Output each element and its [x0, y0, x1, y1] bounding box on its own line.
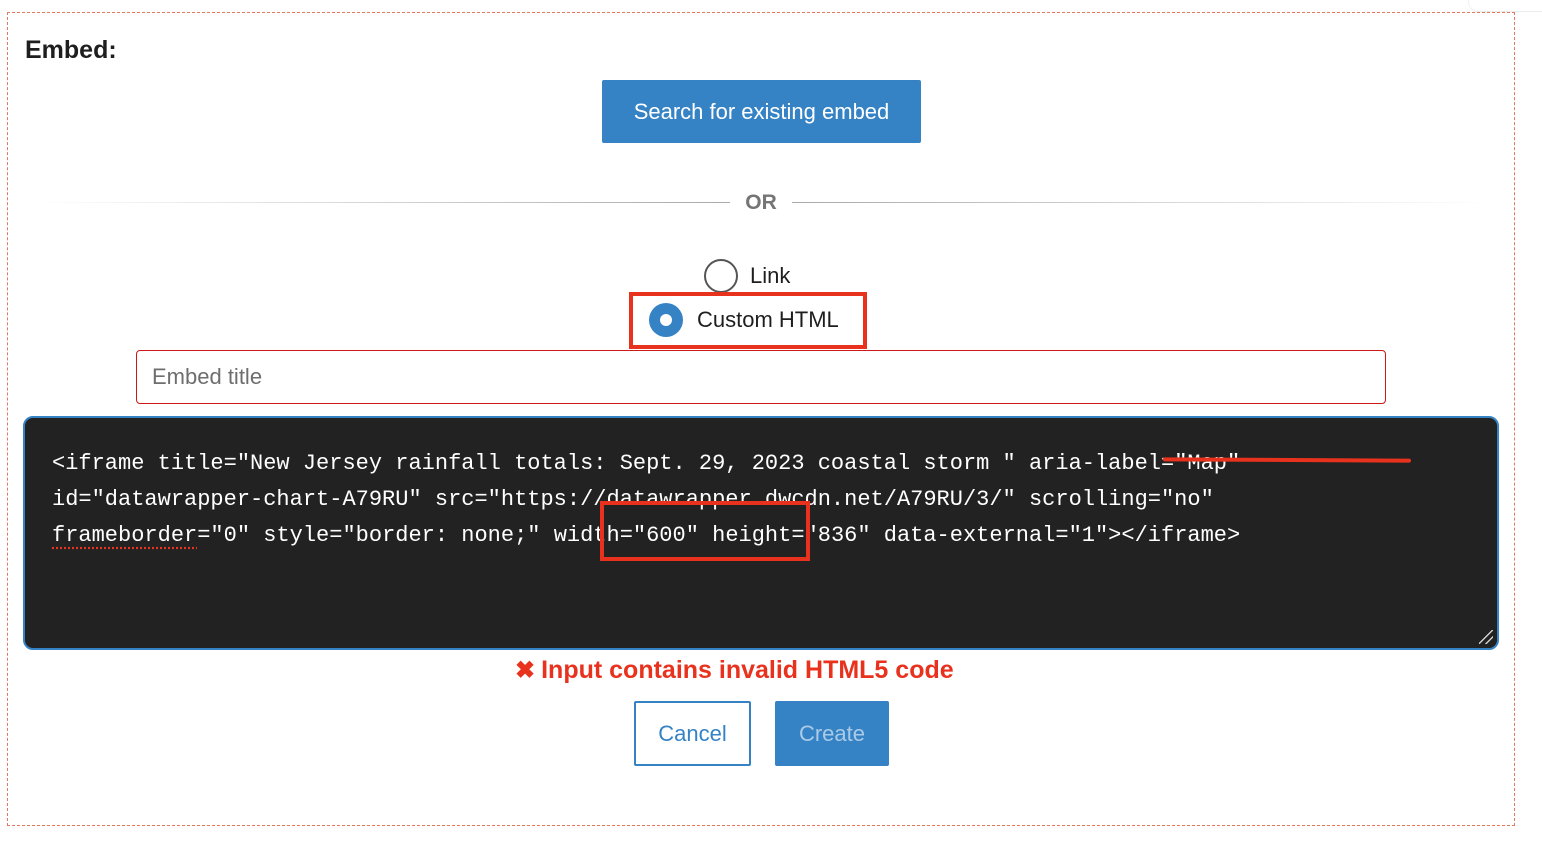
custom-html-textarea[interactable]: <iframe title="New Jersey rainfall total…	[23, 416, 1499, 650]
radio-option-custom-html[interactable]: Custom HTML	[649, 303, 839, 337]
code-line-2: id="datawrapper-chart-A79RU" src="https:…	[52, 487, 1214, 512]
code-line-3: ="0" style="border: none;" width="600" h…	[197, 523, 1241, 548]
or-divider-text: OR	[745, 191, 777, 214]
cancel-button[interactable]: Cancel	[634, 701, 751, 766]
code-struck-attribute: aria-label="Map"	[1028, 451, 1241, 476]
radio-label-link: Link	[750, 263, 791, 288]
search-existing-embed-button[interactable]: Search for existing embed	[602, 80, 921, 143]
embed-title-input[interactable]	[136, 350, 1386, 404]
code-misspelled-word: frameborder	[52, 523, 198, 548]
error-message: Input contains invalid HTML5 code	[541, 656, 954, 684]
divider-left	[32, 202, 730, 203]
create-button[interactable]: Create	[775, 701, 889, 766]
radio-unchecked-icon[interactable]	[704, 259, 738, 293]
embed-heading: Embed:	[25, 36, 117, 64]
error-x-icon: ✖	[515, 657, 536, 684]
divider-right	[792, 202, 1492, 203]
window-corner-edge	[1468, 0, 1542, 12]
radio-checked-icon[interactable]	[649, 303, 683, 337]
resize-handle-icon[interactable]	[1479, 630, 1493, 644]
code-content: <iframe title="New Jersey rainfall total…	[52, 446, 1477, 554]
validation-error: ✖ Input contains invalid HTML5 code	[515, 656, 954, 685]
code-line-1: <iframe title="New Jersey rainfall total…	[52, 451, 1029, 476]
radio-label-custom-html: Custom HTML	[697, 307, 839, 332]
radio-option-link[interactable]: Link	[704, 259, 790, 293]
